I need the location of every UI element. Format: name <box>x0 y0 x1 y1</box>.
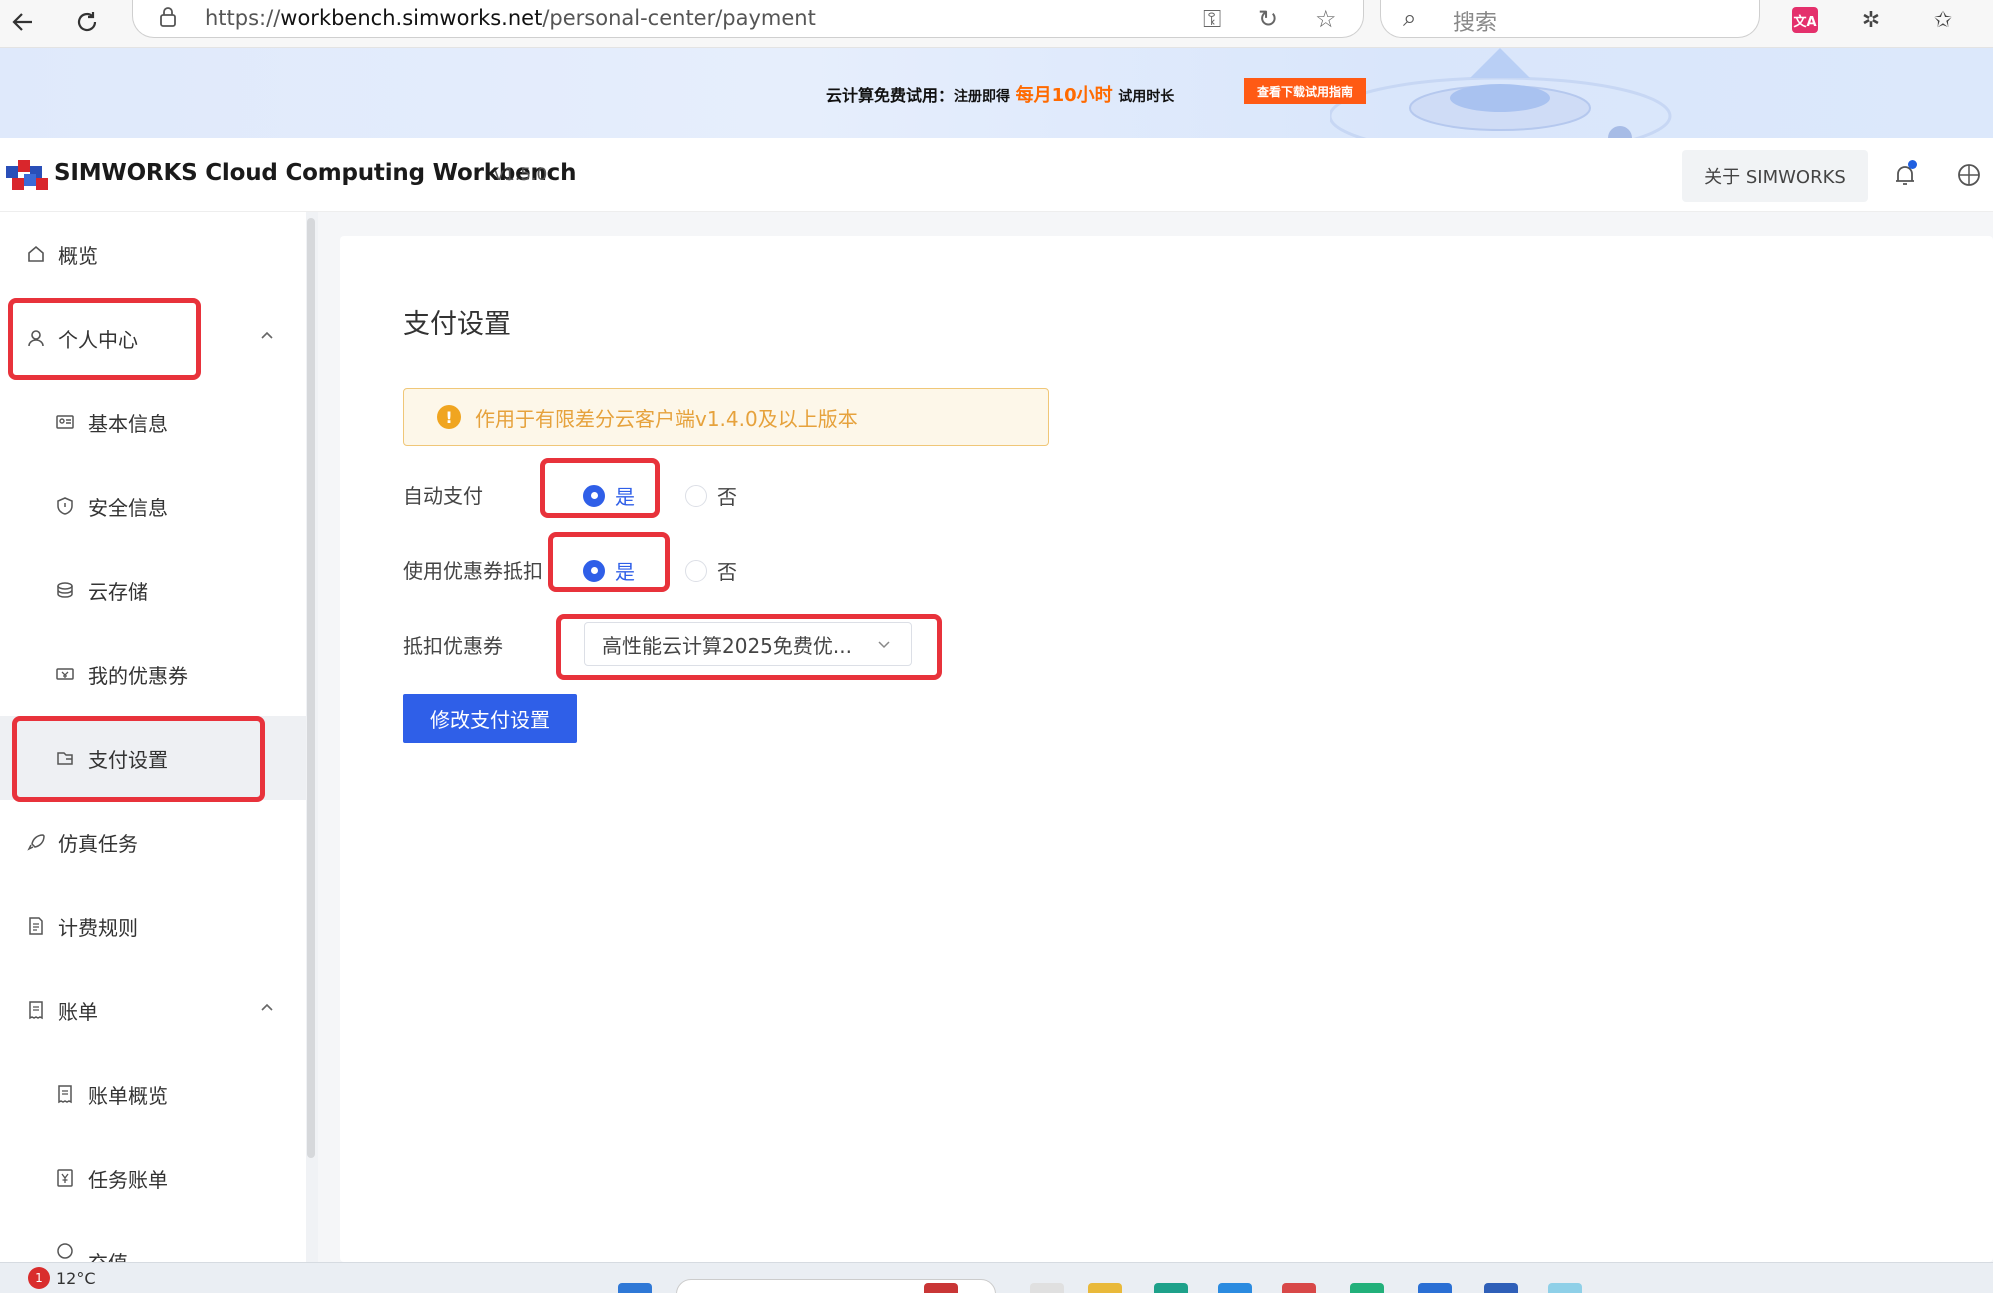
app-icon[interactable] <box>1484 1283 1518 1293</box>
shield-icon <box>54 495 76 517</box>
globe-icon[interactable] <box>1956 162 1982 188</box>
version-label: v1.5.0 <box>494 165 548 185</box>
radio-unchecked-icon <box>685 484 707 507</box>
yen-doc-icon <box>54 1167 76 1189</box>
edge-refresh-icon[interactable]: ↻ <box>1258 5 1278 33</box>
chevron-up-icon[interactable] <box>258 998 276 1016</box>
sidebar-item-recharge[interactable]: 充值 <box>0 1220 306 1262</box>
recharge-icon <box>54 1240 76 1262</box>
sidebar-item-overview[interactable]: 概览 <box>0 212 306 296</box>
promo-banner: 云计算免费试用：注册即得 每月10小时 试用时长 查看下载试用指南 <box>0 48 1993 138</box>
highlight-box-personal-center <box>8 298 201 380</box>
sidebar-item-security-info[interactable]: 安全信息 <box>0 464 306 548</box>
id-card-icon <box>54 411 76 433</box>
radio-unchecked-icon <box>685 559 707 582</box>
key-icon[interactable]: ⚿ <box>1203 5 1221 33</box>
use-coupon-label: 使用优惠券抵扣 <box>403 559 543 583</box>
app-icon[interactable] <box>1548 1283 1582 1293</box>
notification-dot <box>1908 160 1917 169</box>
update-payment-settings-button[interactable]: 修改支付设置 <box>403 694 577 743</box>
favorites-icon[interactable]: ✩ <box>1930 7 1956 33</box>
extensions-puzzle-icon[interactable]: ✲ <box>1858 7 1884 33</box>
app-icon[interactable] <box>1218 1283 1252 1293</box>
sidebar-item-my-coupons[interactable]: 我的优惠券 <box>0 632 306 716</box>
about-simworks-button[interactable]: 关于 SIMWORKS <box>1682 150 1868 202</box>
folder-icon[interactable] <box>1088 1283 1122 1293</box>
sidebar-scrollbar-thumb[interactable] <box>307 218 315 1158</box>
bill-icon <box>54 1083 76 1105</box>
address-bar[interactable]: https://workbench.simworks.net/personal-… <box>132 0 1364 38</box>
app-icon[interactable] <box>1350 1283 1384 1293</box>
app-icon[interactable] <box>1030 1283 1064 1293</box>
back-icon[interactable] <box>6 5 40 39</box>
app-icon[interactable] <box>1282 1283 1316 1293</box>
page-title: 支付设置 <box>403 309 511 340</box>
highlight-box-auto-pay-yes <box>540 458 660 518</box>
bill-icon <box>25 999 47 1021</box>
cloud-platform-illustration <box>1330 48 1672 138</box>
banner-text: 云计算免费试用：注册即得 每月10小时 试用时长 <box>826 85 1175 106</box>
temperature-label[interactable]: 12°C <box>56 1269 96 1288</box>
highlight-box-use-coupon-yes <box>548 532 670 592</box>
sidebar-item-simulation-tasks[interactable]: 仿真任务 <box>0 800 306 884</box>
auto-pay-no-radio[interactable]: 否 <box>685 481 737 510</box>
coupon-select-label: 抵扣优惠券 <box>403 634 503 658</box>
app-header: SIMWORKS Cloud Computing Workbench v1.5.… <box>0 138 1993 212</box>
url-text: https://workbench.simworks.net/personal-… <box>205 6 816 30</box>
auto-pay-label: 自动支付 <box>403 484 483 508</box>
simworks-logo-icon[interactable] <box>4 156 50 194</box>
document-icon <box>25 915 47 937</box>
lock-icon[interactable] <box>159 7 177 27</box>
vscode-icon[interactable] <box>1418 1283 1452 1293</box>
sidebar-item-bill-overview[interactable]: 账单概览 <box>0 1052 306 1136</box>
favorite-star-icon[interactable]: ☆ <box>1315 5 1337 33</box>
sidebar-item-task-bills[interactable]: 任务账单 <box>0 1136 306 1220</box>
sidebar-item-bills[interactable]: 账单 <box>0 968 306 1052</box>
ticket-icon <box>54 663 76 685</box>
app-icon[interactable] <box>924 1283 958 1293</box>
warning-icon: ! <box>437 405 461 429</box>
rocket-icon <box>25 831 47 853</box>
sidebar-item-cloud-storage[interactable]: 云存储 <box>0 548 306 632</box>
search-placeholder: 搜索 <box>1453 11 1498 36</box>
translate-extension-icon[interactable]: 文A <box>1792 7 1818 33</box>
home-icon <box>25 243 47 265</box>
highlight-box-coupon-select <box>556 614 942 680</box>
chevron-up-icon[interactable] <box>258 326 276 344</box>
alert-text: 作用于有限差分云客户端v1.4.0及以上版本 <box>475 406 858 431</box>
browser-search-box[interactable]: ⌕ 搜索 <box>1380 0 1760 38</box>
sidebar-item-billing-rules[interactable]: 计费规则 <box>0 884 306 968</box>
edge-browser-icon[interactable] <box>1154 1283 1188 1293</box>
version-alert: ! 作用于有限差分云客户端v1.4.0及以上版本 <box>403 388 1049 446</box>
sidebar-item-basic-info[interactable]: 基本信息 <box>0 380 306 464</box>
use-coupon-no-radio[interactable]: 否 <box>685 556 737 585</box>
weather-badge[interactable]: 1 <box>28 1267 50 1289</box>
search-icon: ⌕ <box>1403 4 1417 32</box>
start-icon[interactable] <box>618 1283 652 1293</box>
os-taskbar: 1 12°C <box>0 1262 1993 1293</box>
reload-icon[interactable] <box>70 5 104 39</box>
highlight-box-payment-settings <box>12 716 265 802</box>
cloud-storage-icon <box>54 579 76 601</box>
browser-toolbar: https://workbench.simworks.net/personal-… <box>0 0 1993 48</box>
banner-highlight: 每月10小时 <box>1015 85 1113 106</box>
download-guide-button[interactable]: 查看下载试用指南 <box>1244 78 1366 104</box>
